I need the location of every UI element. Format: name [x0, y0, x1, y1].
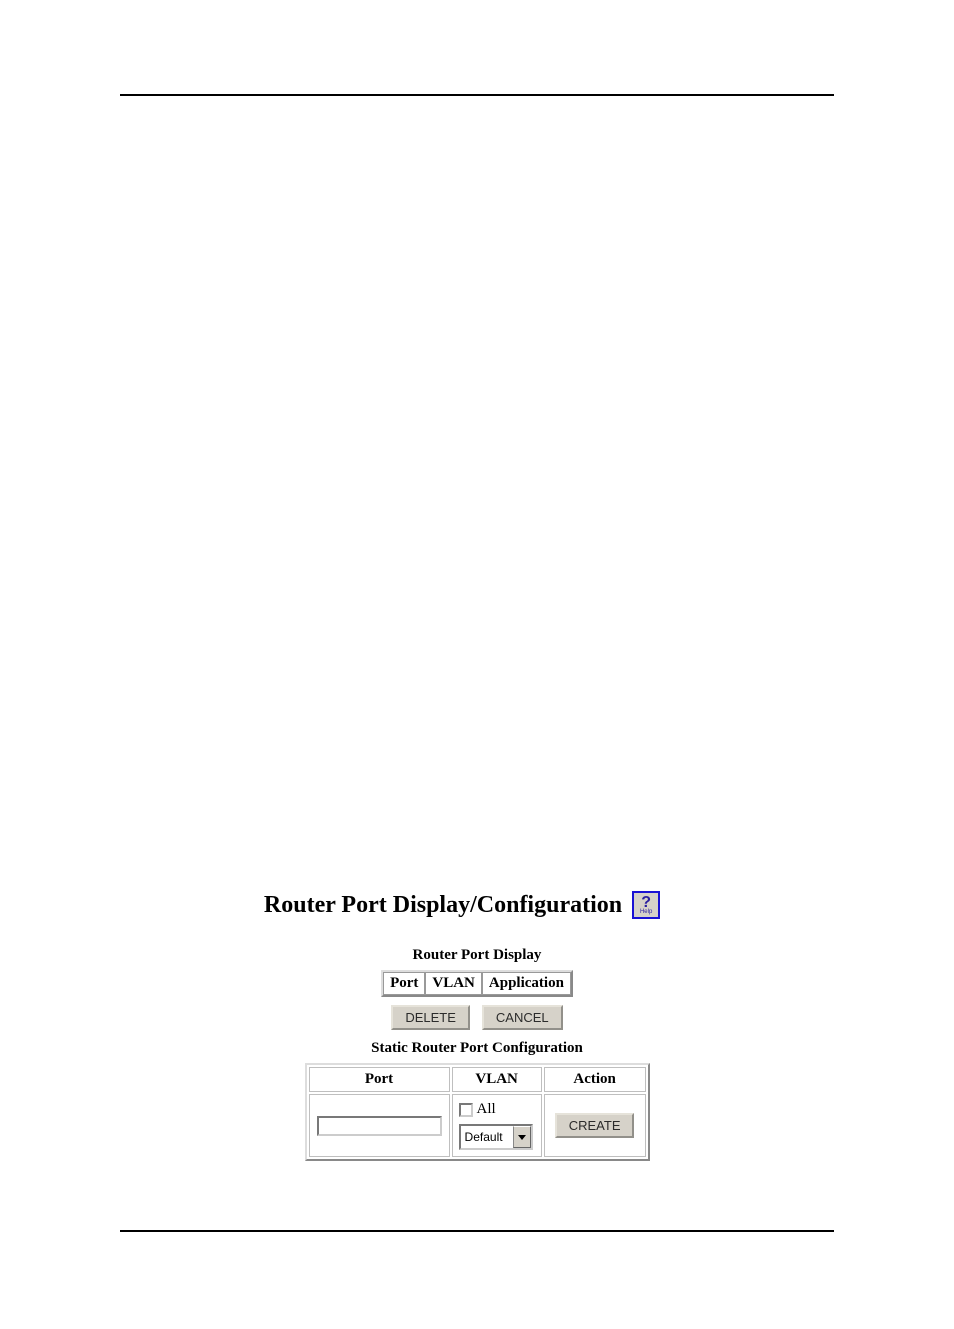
delete-button[interactable]: DELETE — [391, 1005, 470, 1030]
static-router-port-config-table: Port VLAN Action All Default — [305, 1063, 650, 1161]
router-port-ui: Router Port Display/Configuration ? Help… — [0, 891, 954, 1161]
vlan-all-checkbox[interactable] — [459, 1103, 473, 1117]
config-input-row: All Default CREATE — [309, 1094, 646, 1157]
config-header-row: Port VLAN Action — [309, 1067, 646, 1092]
help-label: Help — [640, 909, 652, 915]
document-page: Router Port Display/Configuration ? Help… — [0, 94, 954, 1329]
chevron-down-icon — [513, 1126, 531, 1148]
create-button[interactable]: CREATE — [555, 1113, 635, 1138]
display-button-row: DELETE CANCEL — [267, 1005, 687, 1030]
display-col-port: Port — [383, 972, 425, 995]
config-col-vlan: VLAN — [452, 1067, 542, 1092]
help-button[interactable]: ? Help — [632, 891, 660, 919]
router-port-display-title: Router Port Display — [267, 947, 687, 964]
vlan-all-label: All — [477, 1101, 496, 1118]
vlan-all-row: All — [459, 1101, 535, 1118]
title-row: Router Port Display/Configuration ? Help — [237, 891, 687, 919]
rule-bottom — [120, 1230, 834, 1232]
cancel-button[interactable]: CANCEL — [482, 1005, 563, 1030]
static-router-port-config-title: Static Router Port Configuration — [267, 1040, 687, 1057]
page-title: Router Port Display/Configuration — [264, 892, 622, 919]
vlan-select-value: Default — [461, 1126, 513, 1148]
vlan-select[interactable]: Default — [459, 1124, 533, 1150]
config-col-port: Port — [309, 1067, 450, 1092]
rule-top — [120, 94, 834, 96]
config-col-action: Action — [544, 1067, 646, 1092]
display-col-vlan: VLAN — [425, 972, 482, 995]
router-port-display-table: Port VLAN Application — [381, 970, 573, 997]
port-input[interactable] — [317, 1116, 442, 1136]
display-col-application: Application — [482, 972, 571, 995]
